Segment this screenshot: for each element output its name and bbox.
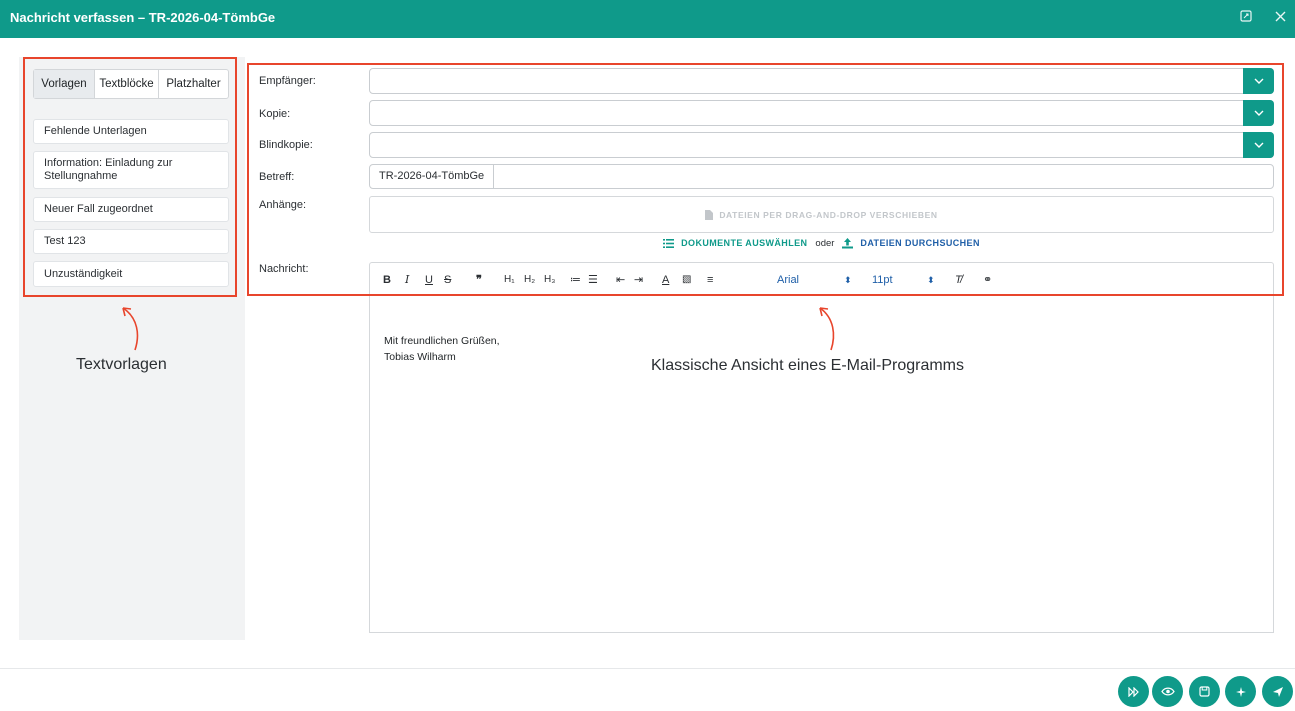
upload-icon [842, 237, 854, 249]
annotation-label-email-view: Klassische Ansicht eines E-Mail-Programm… [651, 357, 964, 374]
cc-label: Kopie: [259, 108, 291, 120]
heading2-icon[interactable]: H₂ [524, 272, 535, 288]
strikethrough-icon[interactable]: S [444, 272, 451, 288]
send-icon[interactable] [1262, 676, 1293, 707]
sidebar-tabs: Vorlagen Textblöcke Platzhalter [33, 69, 229, 99]
file-icon [705, 209, 714, 220]
or-text: oder [815, 237, 835, 249]
attachments-label: Anhänge: [259, 199, 307, 211]
template-item[interactable]: Unzuständigkeit [33, 261, 229, 287]
list-icon [663, 238, 675, 248]
magic-sparkle-icon[interactable] [1225, 676, 1256, 707]
bcc-select[interactable] [369, 132, 1274, 158]
recipient-label: Empfänger: [259, 75, 316, 87]
text-color-icon[interactable]: A [662, 272, 669, 288]
body-line: Mit freundlichen Grüßen, [384, 335, 500, 347]
select-documents-label: DOKUMENTE AUSWÄHLEN [681, 238, 808, 248]
save-icon[interactable] [1189, 676, 1220, 707]
window-title: Nachricht verfassen – TR-2026-04-TömbGe [10, 10, 276, 25]
dropzone-text: DATEIEN PER DRAG-AND-DROP VERSCHIEBEN [719, 209, 938, 220]
attachment-dropzone[interactable]: DATEIEN PER DRAG-AND-DROP VERSCHIEBEN [369, 196, 1274, 233]
bcc-label: Blindkopie: [259, 139, 313, 151]
template-item[interactable]: Test 123 [33, 229, 229, 254]
maximize-icon[interactable] [1236, 8, 1256, 28]
outdent-icon[interactable]: ⇤ [616, 272, 625, 288]
annotation-label-templates: Textvorlagen [76, 356, 167, 373]
tab-platzhalter[interactable]: Platzhalter [159, 70, 228, 98]
close-icon[interactable] [1270, 8, 1290, 28]
subject-label: Betreff: [259, 171, 295, 183]
attachment-links: DOKUMENTE AUSWÄHLEN oder DATEIEN DURCHSU… [369, 236, 1274, 250]
forward-icon[interactable] [1118, 676, 1149, 707]
ordered-list-icon[interactable]: ≔ [570, 272, 581, 288]
annotation-arrow [122, 307, 139, 351]
annotation-arrow [819, 307, 835, 351]
browse-files-label: DATEIEN DURCHSUCHEN [860, 238, 980, 248]
chevron-down-icon[interactable] [1243, 100, 1274, 126]
bullet-list-icon[interactable]: ☰ [588, 272, 598, 288]
italic-icon[interactable]: I [405, 272, 409, 288]
bold-icon[interactable]: B [383, 272, 391, 288]
subject-chip[interactable]: TR-2026-04-TömbGe [370, 165, 494, 188]
heading1-icon[interactable]: H₁ [504, 272, 515, 288]
editor-toolbar: B I U S ❞ H₁ H₂ H₃ ≔ ☰ ⇤ ⇥ A ▧ ≡ Arial ⬍… [369, 262, 1274, 297]
tab-vorlagen[interactable]: Vorlagen [34, 70, 95, 98]
font-size-select[interactable]: 11pt [872, 272, 893, 288]
template-item[interactable]: Fehlende Unterlagen [33, 119, 229, 144]
heading3-icon[interactable]: H₃ [544, 272, 555, 288]
underline-icon[interactable]: U [425, 272, 433, 288]
select-documents-link[interactable]: DOKUMENTE AUSWÄHLEN [663, 238, 807, 248]
chevron-down-icon[interactable] [1243, 132, 1274, 158]
font-select[interactable]: Arial [777, 272, 799, 288]
template-item[interactable]: Neuer Fall zugeordnet [33, 197, 229, 222]
browse-files-link[interactable]: DATEIEN DURCHSUCHEN [842, 237, 980, 249]
footer-divider [0, 668, 1295, 669]
recipient-select[interactable] [369, 68, 1274, 94]
align-icon[interactable]: ≡ [707, 272, 713, 288]
tab-textbloecke[interactable]: Textblöcke [95, 70, 159, 98]
subject-field[interactable]: TR-2026-04-TömbGe [369, 164, 1274, 189]
background-color-icon[interactable]: ▧ [682, 272, 691, 288]
quote-icon[interactable]: ❞ [476, 272, 482, 288]
chevron-down-icon[interactable] [1243, 68, 1274, 94]
cc-select[interactable] [369, 100, 1274, 126]
link-icon[interactable]: ⚭ [983, 272, 992, 288]
chevron-updown-icon[interactable]: ⬍ [927, 272, 935, 288]
body-line: Tobias Wilharm [384, 351, 456, 363]
template-item[interactable]: Information: Einladung zur Stellungnahme [33, 151, 229, 189]
clear-format-icon[interactable]: T̸ [955, 272, 962, 288]
window-titlebar: Nachricht verfassen – TR-2026-04-TömbGe [0, 0, 1295, 38]
message-label: Nachricht: [259, 263, 309, 275]
preview-eye-icon[interactable] [1152, 676, 1183, 707]
indent-icon[interactable]: ⇥ [634, 272, 643, 288]
chevron-updown-icon[interactable]: ⬍ [844, 272, 852, 288]
